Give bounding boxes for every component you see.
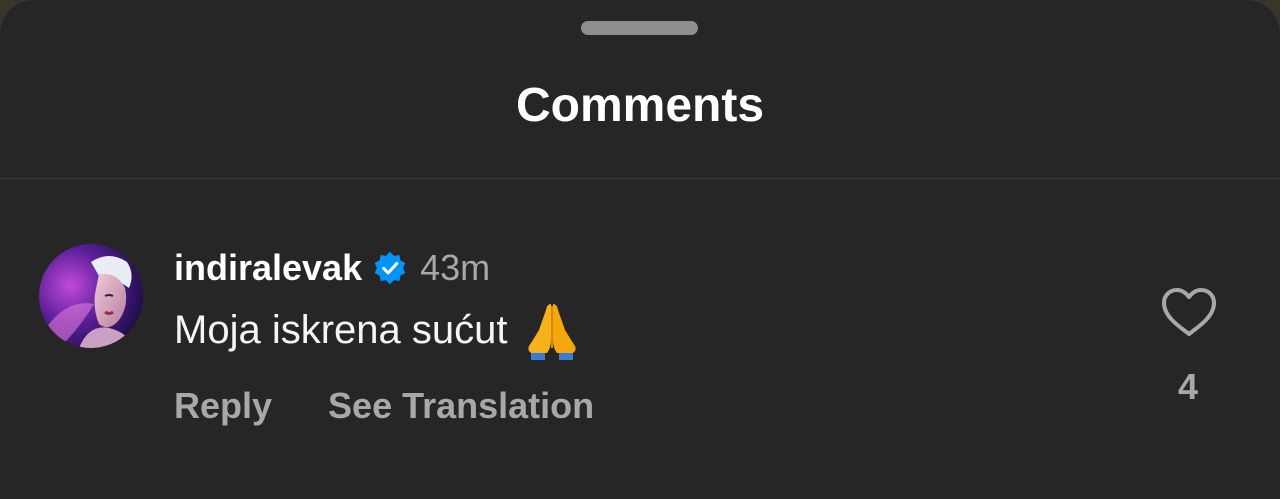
avatar-image <box>39 244 143 348</box>
username[interactable]: indiralevak <box>174 247 362 289</box>
see-translation-button[interactable]: See Translation <box>328 385 594 427</box>
like-count: 4 <box>1177 366 1199 407</box>
header-divider <box>0 178 1280 179</box>
comment-actions: Reply See Translation <box>174 380 594 432</box>
comments-sheet: Comments indiralevak 43m Moja iskrena su… <box>0 0 1280 499</box>
comment-meta: indiralevak 43m <box>174 243 490 293</box>
sheet-grab-handle[interactable] <box>581 21 698 35</box>
verified-badge-icon <box>372 250 408 286</box>
comment-body: Moja iskrena sućut <box>174 300 583 360</box>
folded-hands-icon <box>521 300 583 360</box>
comment-text: Moja iskrena sućut <box>174 308 508 352</box>
heart-outline-icon <box>1162 288 1216 336</box>
sheet-title: Comments <box>515 79 765 132</box>
reply-button[interactable]: Reply <box>174 385 272 427</box>
comment-timestamp: 43m <box>420 247 491 288</box>
like-button[interactable] <box>1160 287 1218 339</box>
avatar[interactable] <box>39 244 143 348</box>
